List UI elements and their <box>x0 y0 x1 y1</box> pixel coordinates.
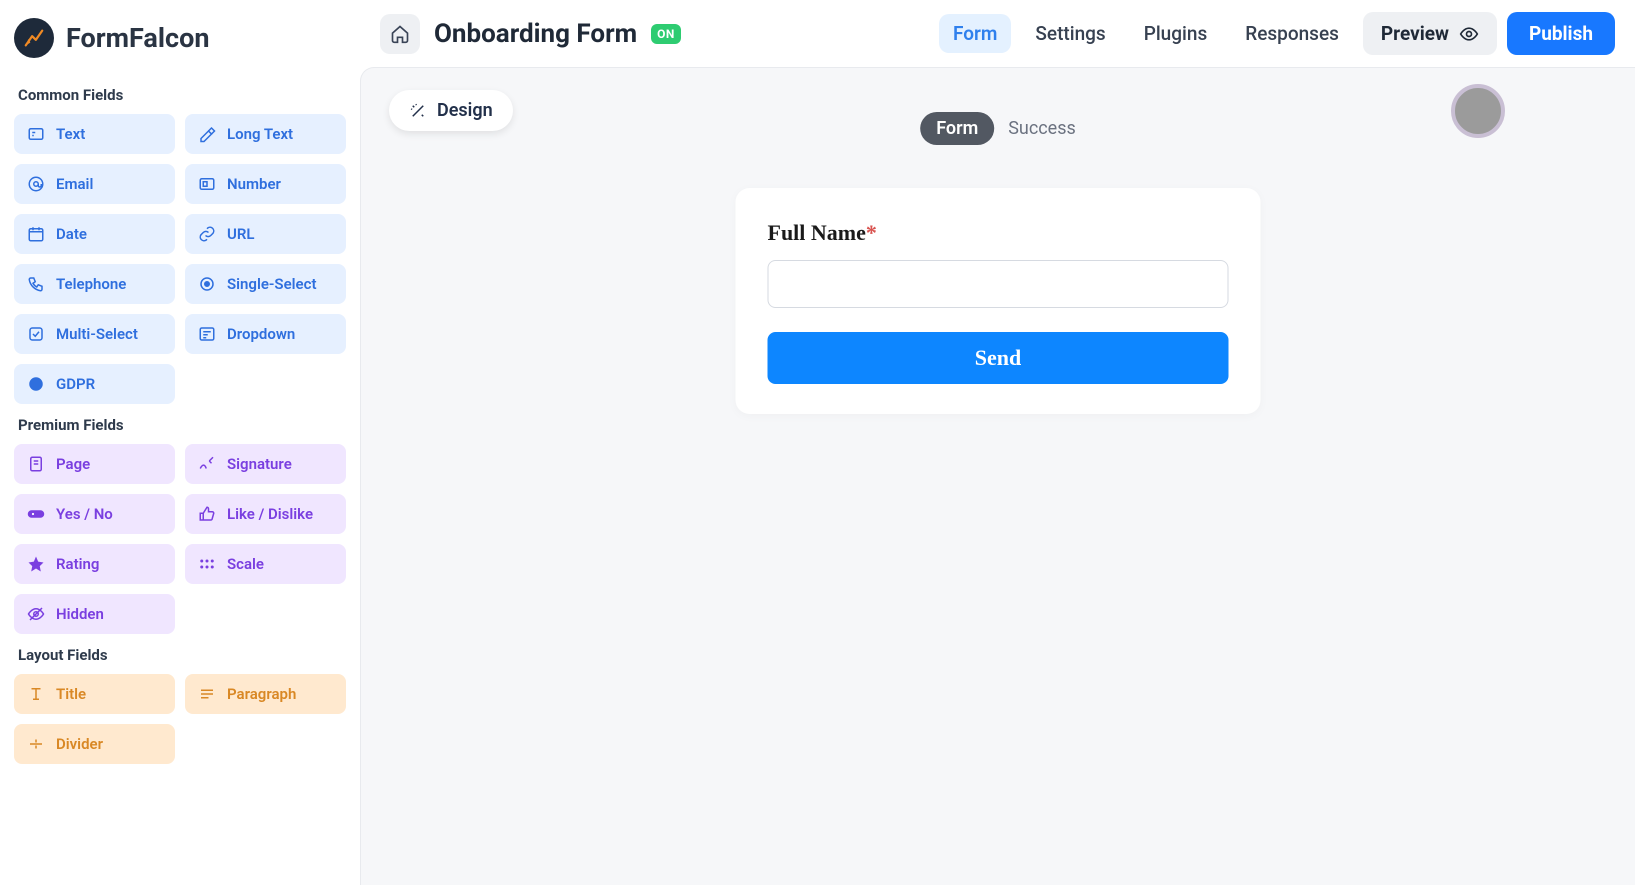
thumbs-up-icon <box>197 504 217 524</box>
field-url[interactable]: URL <box>185 214 346 254</box>
tab-settings[interactable]: Settings <box>1021 14 1119 53</box>
main: Onboarding Form ON Form Settings Plugins… <box>360 0 1635 885</box>
divider-icon <box>26 734 46 754</box>
submit-button[interactable]: Send <box>768 332 1229 384</box>
field-label: Full Name* <box>768 220 1229 246</box>
app-logo[interactable]: FormFalcon <box>14 14 346 74</box>
number-icon <box>197 174 217 194</box>
field-page[interactable]: Page <box>14 444 175 484</box>
page-icon <box>26 454 46 474</box>
view-tabs: Form Success <box>920 112 1076 145</box>
home-icon <box>390 24 410 44</box>
view-tab-success[interactable]: Success <box>1008 118 1076 139</box>
field-rating[interactable]: Rating <box>14 544 175 584</box>
title-icon <box>26 684 46 704</box>
dropdown-icon <box>197 324 217 344</box>
tab-plugins[interactable]: Plugins <box>1130 14 1222 53</box>
field-long-text[interactable]: Long Text <box>185 114 346 154</box>
field-scale[interactable]: Scale <box>185 544 346 584</box>
field-title[interactable]: Title <box>14 674 175 714</box>
sidebar: FormFalcon Common Fields Text Long Text … <box>0 0 360 885</box>
eye-off-icon <box>26 604 46 624</box>
magic-wand-icon <box>409 102 427 120</box>
section-layout-title: Layout Fields <box>18 646 346 664</box>
signature-icon <box>197 454 217 474</box>
full-name-input[interactable] <box>768 260 1229 308</box>
field-gdpr[interactable]: GDPR <box>14 364 175 404</box>
field-text[interactable]: Text <box>14 114 175 154</box>
section-premium-title: Premium Fields <box>18 416 346 434</box>
canvas: Design Form Success Full Name* Send <box>360 67 1635 885</box>
text-icon <box>26 124 46 144</box>
scale-icon <box>197 554 217 574</box>
field-yes-no[interactable]: Yes / No <box>14 494 175 534</box>
view-tab-form[interactable]: Form <box>920 112 994 145</box>
phone-icon <box>26 274 46 294</box>
section-common-title: Common Fields <box>18 86 346 104</box>
paragraph-icon <box>197 684 217 704</box>
topbar: Onboarding Form ON Form Settings Plugins… <box>360 0 1635 67</box>
status-badge: ON <box>651 24 681 44</box>
page-title: Onboarding Form <box>434 19 637 49</box>
field-hidden[interactable]: Hidden <box>14 594 175 634</box>
preview-button[interactable]: Preview <box>1363 12 1497 55</box>
email-icon <box>26 174 46 194</box>
field-telephone[interactable]: Telephone <box>14 264 175 304</box>
field-multi-select[interactable]: Multi-Select <box>14 314 175 354</box>
calendar-icon <box>26 224 46 244</box>
field-date[interactable]: Date <box>14 214 175 254</box>
falcon-icon <box>14 18 54 58</box>
field-single-select[interactable]: Single-Select <box>185 264 346 304</box>
field-signature[interactable]: Signature <box>185 444 346 484</box>
toggle-icon <box>26 504 46 524</box>
field-paragraph[interactable]: Paragraph <box>185 674 346 714</box>
checkbox-icon <box>26 324 46 344</box>
home-button[interactable] <box>380 14 420 54</box>
gdpr-icon <box>26 374 46 394</box>
field-divider[interactable]: Divider <box>14 724 175 764</box>
long-text-icon <box>197 124 217 144</box>
radio-icon <box>197 274 217 294</box>
field-number[interactable]: Number <box>185 164 346 204</box>
link-icon <box>197 224 217 244</box>
star-icon <box>26 554 46 574</box>
app-name: FormFalcon <box>66 22 209 54</box>
eye-icon <box>1459 24 1479 44</box>
loading-indicator <box>1451 84 1505 138</box>
field-like-dislike[interactable]: Like / Dislike <box>185 494 346 534</box>
tab-form[interactable]: Form <box>939 14 1011 53</box>
design-button[interactable]: Design <box>389 90 513 131</box>
tab-responses[interactable]: Responses <box>1231 14 1353 53</box>
field-dropdown[interactable]: Dropdown <box>185 314 346 354</box>
form-card[interactable]: Full Name* Send <box>736 188 1261 414</box>
field-email[interactable]: Email <box>14 164 175 204</box>
publish-button[interactable]: Publish <box>1507 12 1615 55</box>
